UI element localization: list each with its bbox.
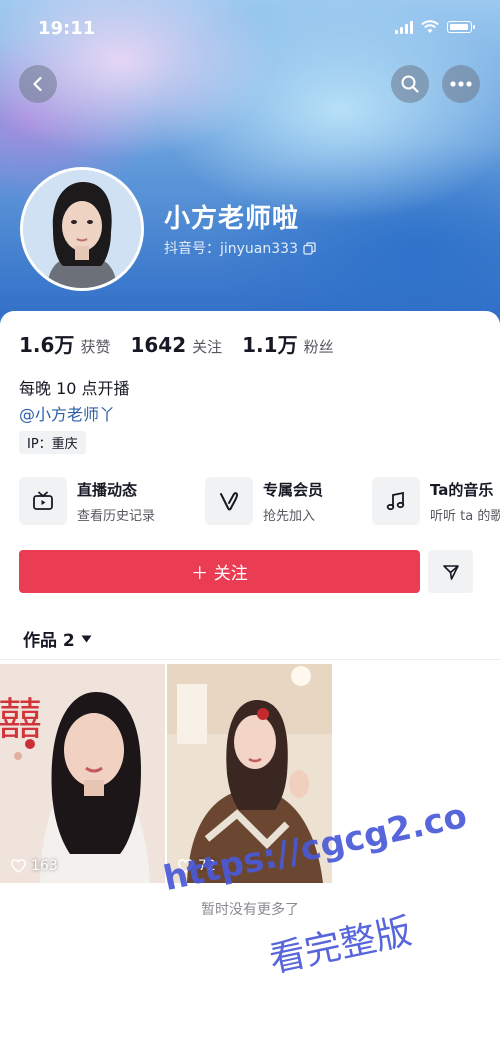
more-dots-icon <box>450 81 472 87</box>
status-time: 19:11 <box>38 18 96 39</box>
follow-button[interactable]: ＋ 关注 <box>19 550 420 593</box>
video-cover-image: 囍 <box>0 664 165 883</box>
stat-label: 关注 <box>192 338 223 356</box>
status-bar: 19:11 <box>0 0 500 56</box>
avatar-portrait-image <box>23 170 141 288</box>
feature-title: Ta的音乐 <box>430 480 494 499</box>
send-icon <box>442 564 459 580</box>
no-more-text: 暂时没有更多了 <box>201 902 299 918</box>
like-count: 163 <box>31 858 58 874</box>
feature-subtitle: 抢先加入 <box>263 508 316 524</box>
stat-label: 粉丝 <box>303 338 334 356</box>
feature-title: 直播动态 <box>77 480 138 499</box>
stat-value: 1.6万 <box>19 333 75 357</box>
copy-icon[interactable] <box>303 241 316 255</box>
feature-subtitle: 听听 ta 的歌 <box>430 508 500 524</box>
status-icons <box>395 20 475 34</box>
battery-icon <box>447 21 475 33</box>
back-button[interactable] <box>19 65 57 103</box>
douyin-id-text: 抖音号：jinyuan333 <box>164 241 298 257</box>
bio-text: 每晚 10 点开播 <box>19 379 130 398</box>
feature-membership[interactable]: 专属会员 抢先加入 <box>205 476 323 526</box>
search-button[interactable] <box>391 65 429 103</box>
heart-icon <box>11 859 26 873</box>
search-icon <box>401 75 419 93</box>
feature-live-history[interactable]: 直播动态 查看历史记录 <box>19 476 155 526</box>
feature-entries: 直播动态 查看历史记录 专属会员 抢先加入 Ta的音乐 听听 ta 的歌 <box>19 476 500 528</box>
stat-following[interactable]: 1642 关注 <box>130 333 222 357</box>
stat-label: 获赞 <box>80 338 111 356</box>
mention-link[interactable]: @小方老师丫 <box>19 401 115 425</box>
tab-works[interactable]: 作品 2 <box>23 626 92 651</box>
v-icon <box>205 477 253 525</box>
ip-location-tag: IP：重庆 <box>19 431 86 454</box>
thumbnail-likes: 163 <box>11 858 58 874</box>
stat-followers[interactable]: 1.1万 粉丝 <box>242 329 333 358</box>
stat-value: 1.1万 <box>242 333 298 357</box>
share-button[interactable] <box>428 550 473 593</box>
stat-likes[interactable]: 1.6万 获赞 <box>19 329 110 358</box>
feature-music[interactable]: Ta的音乐 听听 ta 的歌 <box>372 476 500 526</box>
divider <box>0 659 500 660</box>
music-note-icon <box>372 477 420 525</box>
more-button[interactable] <box>442 65 480 103</box>
feature-title: 专属会员 <box>263 480 324 499</box>
caret-down-icon <box>81 635 92 642</box>
avatar[interactable] <box>20 167 144 291</box>
douyin-id[interactable]: 抖音号：jinyuan333 <box>164 238 316 258</box>
tv-icon <box>19 477 67 525</box>
wifi-icon <box>421 20 439 33</box>
video-thumbnail[interactable]: 囍 163 <box>0 664 165 883</box>
stat-value: 1642 <box>130 333 187 357</box>
feature-subtitle: 查看历史记录 <box>77 508 156 524</box>
chevron-left-icon <box>33 76 42 92</box>
svg-text:囍: 囍 <box>0 694 42 745</box>
tab-works-label: 作品 2 <box>23 631 75 651</box>
profile-card: 1.6万 获赞 1642 关注 1.1万 粉丝 每晚 10 点开播 @小方老师丫 IP… <box>0 311 500 1037</box>
cellular-signal-icon <box>395 20 413 34</box>
nickname: 小方老师啦 <box>164 204 300 234</box>
profile-stats: 1.6万 获赞 1642 关注 1.1万 粉丝 <box>19 329 334 358</box>
